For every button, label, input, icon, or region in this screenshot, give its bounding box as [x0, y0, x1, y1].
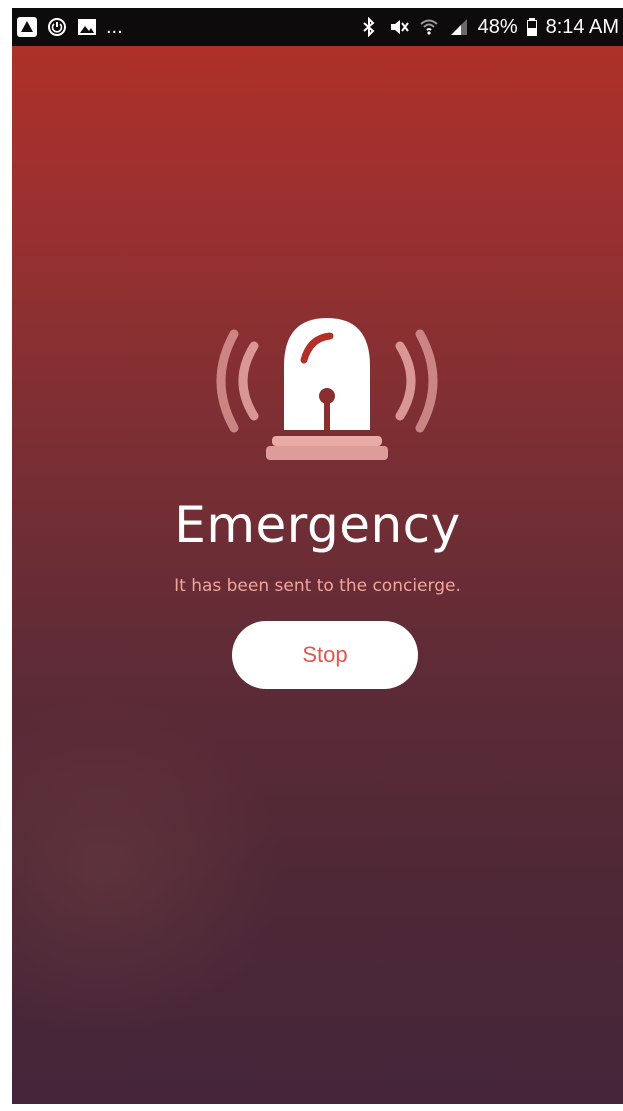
image-icon	[76, 16, 98, 38]
bluetooth-icon	[358, 16, 380, 38]
emergency-screen: ... 48% 8:14 AM Emergency It has been se…	[12, 8, 623, 1104]
emergency-content: Emergency It has been sent to the concie…	[12, 46, 623, 1104]
warning-triangle-icon	[16, 16, 38, 38]
emergency-title: Emergency	[174, 496, 461, 554]
stop-button[interactable]: Stop	[232, 621, 418, 689]
status-bar: ... 48% 8:14 AM	[12, 8, 623, 46]
wifi-icon	[418, 16, 440, 38]
status-bar-left: ...	[16, 16, 123, 38]
siren-icon	[212, 296, 442, 466]
notification-overflow: ...	[106, 16, 123, 38]
emergency-subtitle: It has been sent to the concierge.	[174, 576, 461, 596]
signal-icon	[448, 16, 470, 38]
battery-percent: 48%	[477, 16, 518, 38]
battery-icon	[526, 16, 538, 38]
mute-icon	[388, 16, 410, 38]
status-bar-right: 48% 8:14 AM	[358, 16, 619, 38]
power-circle-icon	[46, 16, 68, 38]
clock-time: 8:14 AM	[545, 16, 619, 38]
